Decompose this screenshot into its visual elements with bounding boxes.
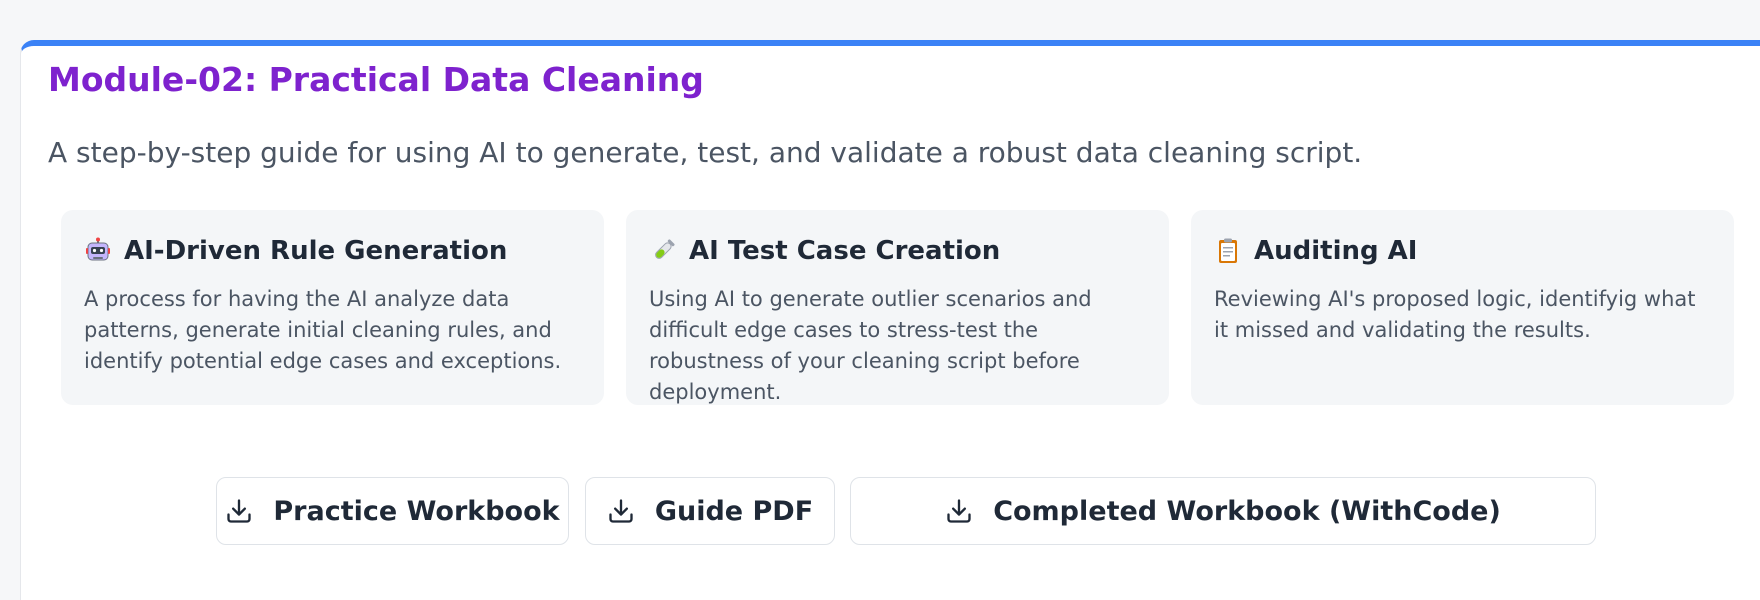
feature-description: Using AI to generate outlier scenarios a… <box>649 287 1092 404</box>
guide-pdf-button[interactable]: Guide PDF <box>585 477 835 545</box>
module-title: Module-02: Practical Data Cleaning <box>48 60 704 99</box>
download-icon <box>607 497 635 525</box>
feature-title: AI Test Case Creation <box>689 236 1001 266</box>
button-label: Practice Workbook <box>273 495 560 527</box>
download-icon <box>945 497 973 525</box>
completed-workbook-button[interactable]: Completed Workbook (WithCode) <box>850 477 1596 545</box>
button-label: Completed Workbook (WithCode) <box>993 495 1501 527</box>
feature-card-test-case: AI Test Case Creation Using AI to genera… <box>626 210 1169 405</box>
feature-card-auditing: Auditing AI Reviewing AI's proposed logi… <box>1191 210 1734 405</box>
robot-icon <box>84 237 112 265</box>
practice-workbook-button[interactable]: Practice Workbook <box>216 477 569 545</box>
module-subtitle: A step-by-step guide for using AI to gen… <box>48 136 1363 169</box>
feature-card-rule-generation: AI-Driven Rule Generation A process for … <box>61 210 604 405</box>
button-label: Guide PDF <box>654 495 814 527</box>
download-icon <box>225 497 253 525</box>
feature-title: Auditing AI <box>1254 236 1418 266</box>
feature-description: A process for having the AI analyze data… <box>84 287 562 373</box>
feature-description: Reviewing AI's proposed logic, identifyi… <box>1214 287 1696 342</box>
test-tube-icon <box>649 237 677 265</box>
feature-title: AI-Driven Rule Generation <box>124 236 508 266</box>
clipboard-icon <box>1214 237 1242 265</box>
